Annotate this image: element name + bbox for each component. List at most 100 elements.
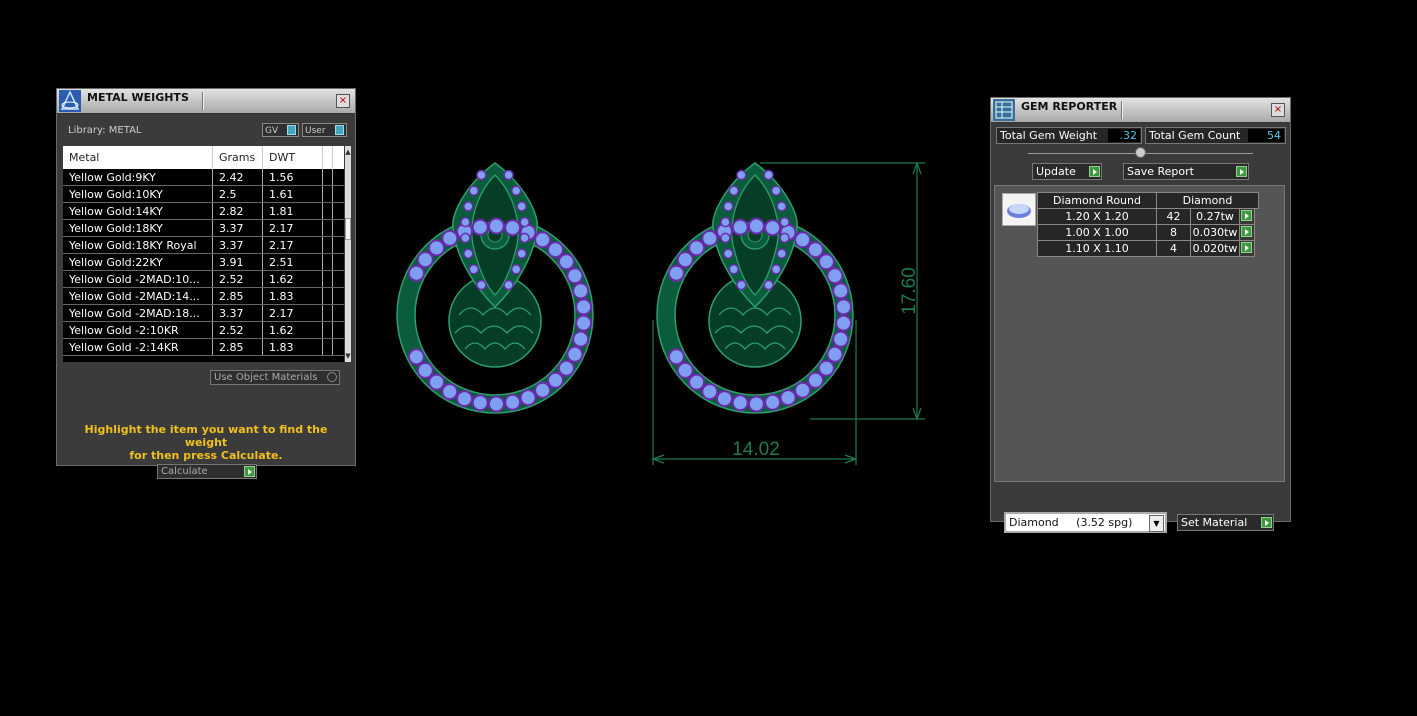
- halo-stone: [572, 282, 590, 300]
- cell-weight: 0.020tw: [1190, 240, 1240, 257]
- col-header-metal[interactable]: Metal: [63, 146, 213, 169]
- update-button[interactable]: Update: [1032, 163, 1102, 180]
- marquise-stone: [468, 185, 480, 196]
- cad-viewport[interactable]: 14.02 17.60: [380, 150, 960, 480]
- total-gem-weight-value[interactable]: .32: [1108, 129, 1140, 142]
- update-label: Update: [1036, 165, 1076, 178]
- halo-stone: [794, 231, 812, 249]
- scroll-up-icon[interactable]: ▲: [345, 146, 351, 158]
- cell-spacer: [323, 237, 333, 253]
- halo-stone: [416, 251, 434, 269]
- halo-stone: [731, 394, 749, 412]
- cell-spacer: [323, 220, 333, 236]
- cell-grams: 3.91: [213, 254, 263, 270]
- halo-stone: [688, 373, 706, 391]
- scroll-down-icon[interactable]: ▼: [345, 350, 351, 362]
- radio-icon: [327, 372, 337, 382]
- halo-stone: [428, 239, 446, 257]
- marquise-stone: [476, 279, 487, 291]
- marquise-stone: [736, 169, 747, 181]
- scrollbar-thumb[interactable]: [345, 218, 351, 240]
- cell-size: 1.20 X 1.20: [1037, 208, 1157, 225]
- marquise-stone: [779, 216, 790, 228]
- halo-stone: [835, 298, 853, 316]
- report-slider-knob[interactable]: [1135, 147, 1146, 158]
- halo-stone: [835, 314, 853, 332]
- table-row[interactable]: Yellow Gold -2MAD:10... 2.52 1.62: [63, 271, 344, 288]
- marquise-stone: [723, 201, 734, 212]
- cell-grams: 3.37: [213, 305, 263, 321]
- halo-stone: [407, 348, 425, 366]
- cell-grams: 2.52: [213, 271, 263, 287]
- cell-metal: Yellow Gold:9KY: [63, 169, 213, 185]
- set-material-button[interactable]: Set Material: [1177, 514, 1274, 531]
- table-row[interactable]: Yellow Gold -2MAD:18... 3.37 2.17: [63, 305, 344, 322]
- halo-stone: [471, 394, 489, 412]
- cell-count: 4: [1156, 240, 1191, 257]
- row-select-button[interactable]: [1239, 208, 1255, 225]
- marquise-stone: [519, 232, 530, 244]
- cell-grams: 2.52: [213, 322, 263, 338]
- metal-table-scrollbar[interactable]: ▲ ▼: [345, 146, 351, 362]
- table-row[interactable]: Yellow Gold -2MAD:14... 2.85 1.83: [63, 288, 344, 305]
- col-header-dwt[interactable]: DWT: [263, 146, 323, 169]
- table-row[interactable]: Yellow Gold:22KY 3.91 2.51: [63, 254, 344, 271]
- halo-stone: [764, 219, 782, 237]
- set-material-label: Set Material: [1181, 516, 1248, 529]
- gem-reporter-close-button[interactable]: ×: [1271, 103, 1285, 117]
- cell-metal: Yellow Gold -2:14KR: [63, 339, 213, 355]
- toggle-knob-icon: [335, 125, 344, 135]
- table-row[interactable]: Yellow Gold:10KY 2.5 1.61: [63, 186, 344, 203]
- cell-metal: Yellow Gold -2MAD:14...: [63, 288, 213, 304]
- marquise-stone: [503, 169, 514, 181]
- total-gem-count-value[interactable]: 54: [1248, 129, 1284, 142]
- cell-dwt: 1.83: [263, 288, 323, 304]
- table-row[interactable]: Yellow Gold -2:14KR 2.85 1.83: [63, 339, 344, 356]
- total-gem-weight-label: Total Gem Weight: [1000, 129, 1098, 142]
- calculate-label: Calculate: [161, 466, 208, 477]
- diamond-thumbnail[interactable]: [1002, 193, 1036, 226]
- table-row[interactable]: Yellow Gold:18KY Royal 3.37 2.17: [63, 237, 344, 254]
- halo-stone: [701, 229, 719, 247]
- halo-stone: [534, 381, 552, 399]
- marquise-stone: [776, 201, 787, 212]
- cell-grams: 2.42: [213, 169, 263, 185]
- cell-grams: 2.5: [213, 186, 263, 202]
- marquise-stone: [510, 185, 522, 196]
- save-report-button[interactable]: Save Report: [1123, 163, 1249, 180]
- table-row[interactable]: Yellow Gold -2:10KR 2.52 1.62: [63, 322, 344, 339]
- chevron-down-icon[interactable]: ▼: [1149, 515, 1164, 532]
- user-toggle[interactable]: User: [302, 123, 347, 137]
- material-select-value: Diamond (3.52 spg): [1009, 516, 1133, 529]
- table-row[interactable]: 1.20 X 1.20 42 0.27tw: [1037, 208, 1258, 225]
- calculate-button[interactable]: Calculate: [157, 464, 257, 479]
- gem-list-area: Diamond Round Diamond 1.20 X 1.20 42 0.27t…: [994, 185, 1285, 482]
- halo-stone: [832, 282, 850, 300]
- cell-dwt: 1.81: [263, 203, 323, 219]
- table-row[interactable]: 1.10 X 1.10 4 0.020tw: [1037, 240, 1258, 257]
- halo-stone: [807, 241, 824, 259]
- use-object-materials-button[interactable]: Use Object Materials: [210, 370, 340, 385]
- table-row[interactable]: Yellow Gold:18KY 3.37 2.17: [63, 220, 344, 237]
- table-row[interactable]: 1.00 X 1.00 8 0.030tw: [1037, 224, 1258, 241]
- halo-stone: [566, 267, 584, 285]
- halo-stone: [747, 395, 765, 413]
- cell-dwt: 1.61: [263, 186, 323, 202]
- halo-stone: [471, 218, 489, 236]
- halo-stone: [817, 253, 835, 271]
- gv-toggle[interactable]: GV: [262, 123, 299, 137]
- row-select-button[interactable]: [1239, 224, 1255, 241]
- cell-dwt: 2.51: [263, 254, 323, 270]
- col-header-grams[interactable]: Grams: [213, 146, 263, 169]
- halo-stone: [547, 241, 564, 259]
- halo-stone: [575, 298, 593, 316]
- metal-weights-titlebar[interactable]: METAL WEIGHTS ×: [57, 89, 355, 114]
- material-select[interactable]: Diamond (3.52 spg) ▼: [1004, 512, 1167, 533]
- metal-weights-close-button[interactable]: ×: [336, 94, 350, 108]
- halo-stone: [441, 383, 459, 401]
- marquise-stone: [776, 248, 787, 259]
- gem-reporter-titlebar[interactable]: GEM REPORTER ×: [991, 98, 1290, 123]
- table-row[interactable]: Yellow Gold:9KY 2.42 1.56: [63, 169, 344, 186]
- table-row[interactable]: Yellow Gold:14KY 2.82 1.81: [63, 203, 344, 220]
- row-select-button[interactable]: [1239, 240, 1255, 257]
